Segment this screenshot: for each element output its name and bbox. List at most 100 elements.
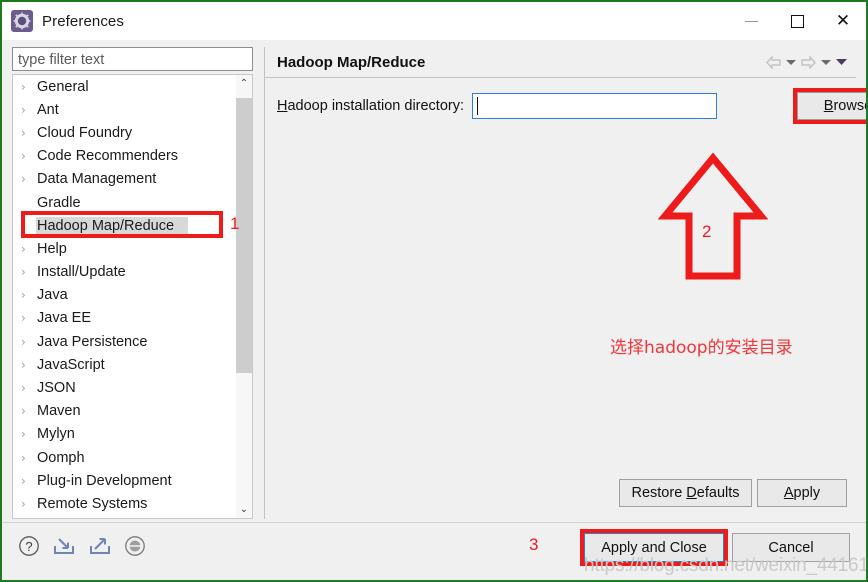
chevron-right-icon[interactable]: › <box>21 243 37 255</box>
restore-defaults-post: efaults <box>696 485 740 501</box>
sidebar-item-cloud-foundry[interactable]: › Cloud Foundry <box>13 121 237 144</box>
sidebar-item-label: Hadoop Map/Reduce <box>36 216 189 235</box>
sidebar-item-java[interactable]: › Java <box>13 284 237 307</box>
page-title: Hadoop Map/Reduce <box>277 53 426 71</box>
apply-mnemonic: A <box>783 485 794 501</box>
sidebar-item-label: Java Persistence <box>37 333 148 350</box>
sidebar-item-label: Ant <box>37 101 59 118</box>
title-bar: Preferences ✕ <box>2 2 866 40</box>
sidebar-item-java-persistence[interactable]: › Java Persistence <box>13 330 237 353</box>
apply-button[interactable]: Apply <box>757 479 847 507</box>
panel-nav-icons <box>766 55 847 69</box>
sidebar-item-label: Mylyn <box>37 426 75 443</box>
chevron-right-icon[interactable]: › <box>21 359 37 371</box>
sidebar-item-label: Maven <box>37 403 81 420</box>
sidebar-item-label: Plug-in Development <box>37 472 172 489</box>
restore-defaults-pre: Restore <box>631 485 687 501</box>
sidebar-item-install-update[interactable]: › Install/Update <box>13 261 237 284</box>
chevron-right-icon[interactable]: › <box>21 382 37 394</box>
minimize-button[interactable] <box>728 2 774 40</box>
chevron-right-icon[interactable]: › <box>21 104 37 116</box>
window-controls: ✕ <box>728 2 866 40</box>
chevron-right-icon[interactable]: › <box>21 289 37 301</box>
tree-scrollbar[interactable]: ⌃ ⌄ <box>236 75 252 518</box>
back-arrow-icon[interactable] <box>766 55 781 69</box>
chevron-right-icon[interactable]: › <box>21 428 37 440</box>
chevron-right-icon[interactable]: › <box>21 266 37 278</box>
restore-defaults-button[interactable]: Restore Defaults <box>619 479 752 507</box>
sidebar-item-hadoop-map-reduce[interactable]: ›Hadoop Map/Reduce <box>13 214 237 237</box>
dialog-footer: ? 3 Apply and Close Cancel https://blog.… <box>2 522 866 580</box>
annotation-box-browse: Browse... <box>793 88 866 124</box>
sidebar-item-java-ee[interactable]: › Java EE <box>13 307 237 330</box>
chevron-right-icon[interactable]: › <box>21 173 37 185</box>
chevron-right-icon[interactable]: › <box>21 475 37 487</box>
sidebar-item-oomph[interactable]: › Oomph <box>13 446 237 469</box>
apply-label-rest: pply <box>793 485 821 501</box>
filter-input[interactable]: type filter text <box>12 47 253 71</box>
annotation-number-2: 2 <box>702 222 712 241</box>
scroll-down-button[interactable]: ⌄ <box>236 501 252 518</box>
sidebar-item-label: JavaScript <box>37 356 105 373</box>
chevron-right-icon[interactable]: › <box>21 452 37 464</box>
sidebar-item-label: Help <box>37 240 67 257</box>
sidebar-item-label: Oomph <box>37 449 85 466</box>
chevron-right-icon[interactable]: › <box>21 312 37 324</box>
preferences-tree[interactable]: › General › Ant › Cloud Foundry › Code Recommen… <box>12 74 253 519</box>
sidebar-item-data-management[interactable]: › Data Management <box>13 168 237 191</box>
preferences-dialog: Preferences ✕ type filter text › General ›… <box>0 0 868 582</box>
chevron-right-icon[interactable]: › <box>21 336 37 348</box>
sidebar-item-remote-systems[interactable]: › Remote Systems <box>13 492 237 515</box>
watermark-text: https://blog.csdn.net/weixin_44161678 <box>584 555 868 576</box>
disc-icon[interactable] <box>124 535 146 562</box>
annotation-number-1: 1 <box>230 214 240 233</box>
text-caret <box>477 97 479 115</box>
export-icon[interactable] <box>88 535 112 562</box>
back-menu-chevron-down-icon[interactable] <box>786 59 796 66</box>
preferences-gear-icon <box>11 10 33 32</box>
hadoop-directory-row: Hadoop installation directory: Browse... <box>277 88 866 124</box>
browse-button[interactable]: Browse... <box>797 92 866 120</box>
chevron-right-icon[interactable]: › <box>21 81 37 93</box>
sidebar-item-label: JSON <box>37 380 76 397</box>
sidebar-item-help[interactable]: › Help <box>13 237 237 260</box>
footer-icon-group: ? <box>18 535 146 562</box>
annotation-note-chinese: 选择hadoop的安装目录 <box>610 338 793 358</box>
chevron-right-icon[interactable]: › <box>21 405 37 417</box>
sidebar-item-javascript[interactable]: › JavaScript <box>13 353 237 376</box>
svg-text:?: ? <box>25 539 32 554</box>
view-menu-chevron-down-icon[interactable] <box>836 58 847 66</box>
sidebar-item-json[interactable]: › JSON <box>13 376 237 399</box>
chevron-right-icon[interactable]: › <box>21 150 37 162</box>
scrollbar-thumb[interactable] <box>236 98 252 373</box>
chevron-right-icon[interactable]: › <box>21 498 37 510</box>
close-button[interactable]: ✕ <box>820 2 866 40</box>
hadoop-directory-label-mnemonic: H <box>277 98 288 114</box>
forward-menu-chevron-down-icon[interactable] <box>821 59 831 66</box>
sidebar-item-gradle[interactable]: ›Gradle <box>13 191 237 214</box>
sidebar-item-label: Java EE <box>37 310 91 327</box>
sidebar-item-label: Code Recommenders <box>37 148 179 165</box>
sidebar-item-label: Install/Update <box>37 264 126 281</box>
forward-arrow-icon[interactable] <box>801 55 816 69</box>
scroll-up-button[interactable]: ⌃ <box>236 75 252 92</box>
chevron-right-icon[interactable]: › <box>21 127 37 139</box>
sidebar-item-general[interactable]: › General <box>13 75 237 98</box>
tree-list: › General › Ant › Cloud Foundry › Code Recommen… <box>13 75 237 516</box>
sidebar-item-ant[interactable]: › Ant <box>13 98 237 121</box>
sidebar-item-label: General <box>37 78 89 95</box>
sidebar-item-plug-in-development[interactable]: › Plug-in Development <box>13 469 237 492</box>
sidebar-item-mylyn[interactable]: › Mylyn <box>13 423 237 446</box>
sidebar-item-code-recommenders[interactable]: › Code Recommenders <box>13 145 237 168</box>
hadoop-directory-label-rest: adoop installation directory: <box>287 98 465 114</box>
sidebar-item-maven[interactable]: › Maven <box>13 400 237 423</box>
annotation-number-3: 3 <box>529 535 539 554</box>
browse-mnemonic: B <box>823 98 834 114</box>
settings-panel: Hadoop Map/Reduce Hadoop installation di… <box>264 47 866 519</box>
help-icon[interactable]: ? <box>18 535 40 562</box>
panel-header: Hadoop Map/Reduce <box>265 47 856 78</box>
import-icon[interactable] <box>52 535 76 562</box>
hadoop-directory-input[interactable] <box>472 93 718 119</box>
browse-label-rest: rowse... <box>833 98 866 114</box>
maximize-button[interactable] <box>774 2 820 40</box>
